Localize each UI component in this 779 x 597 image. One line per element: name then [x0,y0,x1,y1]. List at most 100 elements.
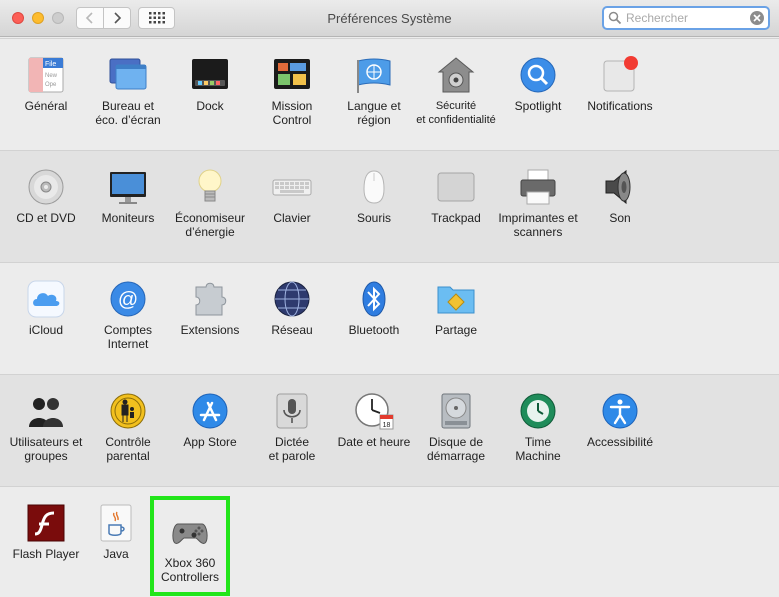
java-cup-icon [100,504,132,542]
pane-sharing[interactable]: Partage [415,279,497,337]
dictation-microphone-icon [276,393,308,429]
pane-label: Notifications [587,99,653,113]
mission-control-icon [274,59,310,89]
pane-mission-control[interactable]: Mission Control [251,55,333,127]
svg-text:File: File [45,61,56,68]
pane-date-time[interactable]: 18 Date et heure [333,391,415,449]
section-other: Flash Player Java Xbox 360 Controllers [0,486,779,597]
date-time-clock-icon: 18 [355,393,394,430]
pane-time-machine[interactable]: Time Machine [497,391,579,463]
svg-text:@: @ [118,289,138,311]
network-globe-icon [274,281,310,317]
icloud-icon [27,280,65,318]
users-groups-icon [29,398,63,427]
search-input[interactable] [626,11,750,25]
titlebar: Préférences Système [0,0,779,37]
pane-internet-accounts[interactable]: @ Comptes Internet [87,279,169,351]
pane-label: Mission Control [271,99,313,127]
clear-search-icon[interactable] [750,11,764,25]
pane-dock[interactable]: Dock [169,55,251,113]
general-icon: File New Ope [28,57,64,93]
pane-icloud[interactable]: iCloud [5,279,87,337]
pane-label: iCloud [28,323,64,337]
pane-label: Bureau et éco. d’écran [95,99,161,127]
pane-label: Imprimantes et scanners [498,211,578,239]
pane-energy-saver[interactable]: Économiseur d’énergie [169,167,251,239]
pane-dictation-speech[interactable]: Dictée et parole [251,391,333,463]
pane-general[interactable]: File New Ope Général [5,55,87,113]
pane-label: Disque de démarrage [426,435,486,463]
pane-label: Accessibilité [586,435,654,449]
pane-extensions[interactable]: Extensions [169,279,251,337]
pane-printers-scanners[interactable]: Imprimantes et scanners [497,167,579,239]
pane-label: Bluetooth [348,323,400,337]
pane-keyboard[interactable]: Clavier [251,167,333,225]
pane-label: Comptes Internet [103,323,153,351]
pane-java[interactable]: Java [75,503,157,561]
pane-mouse[interactable]: Souris [333,167,415,225]
dock-icon [192,59,228,89]
pane-label: Time Machine [515,435,561,463]
pane-accessibility[interactable]: Accessibilité [579,391,661,449]
pane-parental-controls[interactable]: Contrôle parental [87,391,169,463]
pane-cd-dvd[interactable]: CD et DVD [5,167,87,225]
pane-network[interactable]: Réseau [251,279,333,337]
pane-label: Économiseur d’énergie [174,211,246,239]
extensions-puzzle-icon [195,282,227,316]
bluetooth-icon [362,281,386,317]
gamepad-icon [172,523,208,544]
svg-text:18: 18 [383,422,391,429]
pane-sound[interactable]: Son [579,167,661,225]
search-field[interactable] [602,6,770,30]
app-store-icon [192,393,228,429]
pane-users-groups[interactable]: Utilisateurs et groupes [5,391,87,463]
pane-label: Langue et région [347,99,401,127]
pane-label: CD et DVD [16,211,76,225]
spotlight-magnifier-icon [520,57,556,93]
pane-label: Xbox 360 Controllers [160,556,220,584]
pane-label: Dictée et parole [268,435,316,463]
flash-player-icon [27,504,65,542]
security-house-icon [437,57,475,93]
printer-icon [520,169,556,205]
pane-notifications[interactable]: Notifications [579,55,661,113]
language-region-icon [357,58,391,93]
pane-security-privacy[interactable]: Sécurité et confidentialité [415,55,497,127]
pane-label: App Store [183,435,237,449]
pane-xbox-360-controllers[interactable]: Xbox 360 Controllers [150,496,230,596]
svg-text:Ope: Ope [45,82,57,88]
search-icon [608,11,622,25]
displays-icon [110,172,146,204]
pane-label: Moniteurs [101,211,155,225]
time-machine-icon [520,393,556,429]
pane-trackpad[interactable]: Trackpad [415,167,497,225]
energy-bulb-icon [198,169,222,202]
pane-label: Date et heure [337,435,411,449]
pane-app-store[interactable]: App Store [169,391,251,449]
pane-label: Java [103,547,129,561]
pane-label: Extensions [180,323,240,337]
svg-text:New: New [45,73,58,79]
pane-startup-disk[interactable]: Disque de démarrage [415,391,497,463]
pane-label: Réseau [271,323,313,337]
pane-desktop-screensaver[interactable]: Bureau et éco. d’écran [87,55,169,127]
pane-label: Sécurité et confidentialité [416,100,496,126]
section-personal: File New Ope Général Bureau et éco. d’éc… [0,38,779,150]
pane-displays[interactable]: Moniteurs [87,167,169,225]
pane-label: Trackpad [431,211,481,225]
pane-label: Général [24,99,68,113]
pane-language-region[interactable]: Langue et région [333,55,415,127]
notifications-icon [603,56,638,92]
cd-dvd-icon [28,169,64,205]
pane-bluetooth[interactable]: Bluetooth [333,279,415,337]
pane-label: Partage [434,323,478,337]
pane-label: Dock [196,99,224,113]
pane-label: Utilisateurs et groupes [9,435,83,463]
speaker-icon [605,169,631,205]
pane-spotlight[interactable]: Spotlight [497,55,579,113]
internet-accounts-icon: @ [110,281,146,317]
mouse-icon [363,170,385,204]
pane-label: Souris [356,211,391,225]
parental-controls-icon [110,393,146,429]
section-internet-wireless: iCloud @ Comptes Internet Extensions Rés… [0,262,779,374]
